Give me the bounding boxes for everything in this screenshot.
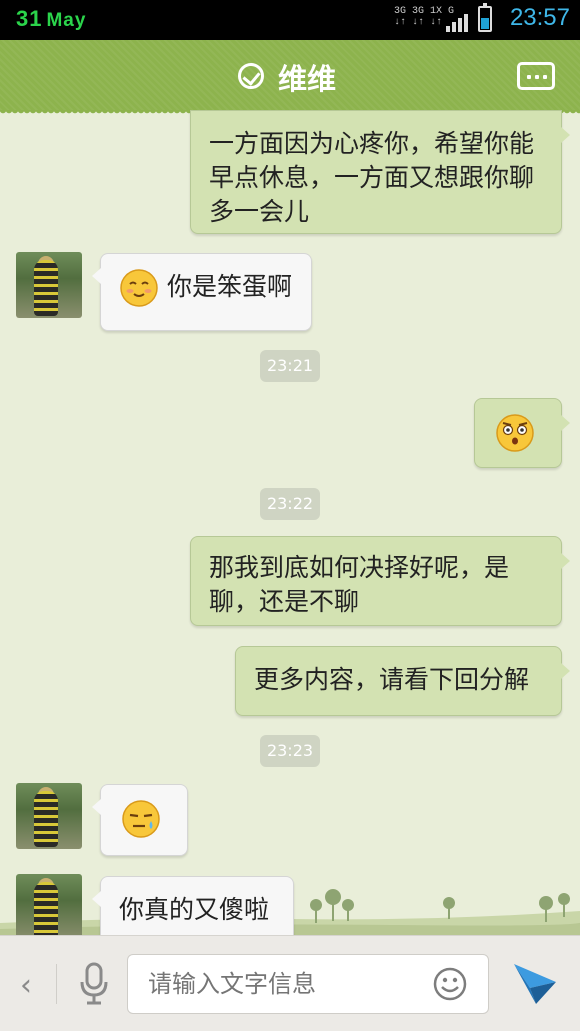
- verified-check-icon: [238, 63, 264, 89]
- outgoing-message[interactable]: [474, 398, 570, 468]
- status-date: 31 May: [16, 6, 86, 32]
- outgoing-message[interactable]: 更多内容，请看下回分解: [235, 646, 570, 716]
- status-date-month: May: [46, 10, 87, 31]
- chat-message-list[interactable]: 一方面因为心疼你，希望你能早点休息，一方面又想跟你聊多一会儿 你是笨蛋啊 23:…: [0, 110, 580, 935]
- status-bar: 31 May 3G 3G 1X G ↓↑ ↓↑ ↓↑ 23:57: [0, 0, 580, 40]
- contact-avatar[interactable]: [16, 783, 82, 849]
- message-timestamp: 23:23: [260, 735, 320, 767]
- incoming-message[interactable]: 你是笨蛋啊: [92, 253, 312, 331]
- status-date-day: 31: [16, 6, 43, 31]
- chat-header: 维维: [0, 40, 580, 116]
- microphone-icon[interactable]: [78, 962, 110, 1006]
- network-type-label: 3G 3G 1X G: [394, 6, 455, 17]
- outgoing-message[interactable]: 一方面因为心疼你，希望你能早点休息，一方面又想跟你聊多一会儿: [190, 110, 570, 234]
- status-time: 23:57: [509, 4, 570, 31]
- outgoing-message[interactable]: 那我到底如何决择好呢，是聊，还是不聊: [190, 536, 570, 626]
- incoming-message[interactable]: 你真的又傻啦: [92, 876, 294, 935]
- message-text: 你真的又傻啦: [119, 895, 270, 924]
- chat-menu-button[interactable]: [517, 62, 555, 90]
- message-timestamp: 23:22: [260, 488, 320, 520]
- signal-strength-icon: [446, 12, 470, 32]
- message-input-bar: ‹: [0, 935, 580, 1031]
- contact-avatar[interactable]: [16, 252, 82, 318]
- sweat-face-icon: [122, 800, 160, 838]
- send-icon[interactable]: [512, 960, 558, 1006]
- incoming-message[interactable]: [92, 784, 188, 856]
- divider: [56, 964, 57, 1004]
- blush-face-icon: [120, 269, 158, 307]
- contact-name-title: 维维: [278, 62, 337, 96]
- message-text: 那我到底如何决择好呢，是聊，还是不聊: [209, 553, 510, 616]
- contact-avatar[interactable]: [16, 874, 82, 935]
- battery-fill: [481, 18, 489, 29]
- message-text: 你是笨蛋啊: [166, 272, 292, 301]
- network-activity-label: ↓↑ ↓↑ ↓↑: [394, 17, 443, 28]
- network-indicator: 3G 3G 1X G ↓↑ ↓↑ ↓↑: [394, 6, 454, 28]
- message-text: 更多内容，请看下回分解: [254, 665, 530, 694]
- message-timestamp: 23:21: [260, 350, 320, 382]
- shocked-face-icon: [496, 414, 534, 452]
- emoji-picker-icon[interactable]: [433, 967, 467, 1001]
- chevron-left-icon[interactable]: ‹: [20, 968, 32, 1003]
- battery-icon: [478, 3, 492, 32]
- message-text: 一方面因为心疼你，希望你能早点休息，一方面又想跟你聊多一会儿: [209, 129, 535, 226]
